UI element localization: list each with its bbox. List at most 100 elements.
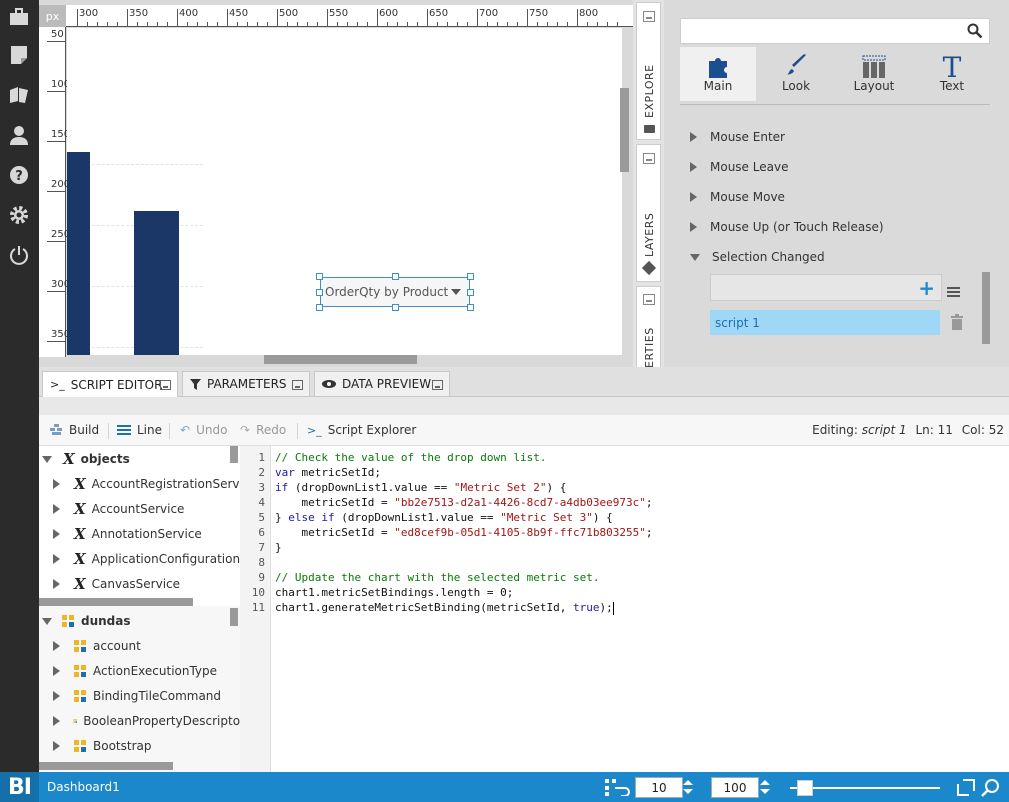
admin-gear-icon[interactable]: [6, 202, 32, 228]
script-explorer-button[interactable]: >_ Script Explorer: [307, 423, 416, 437]
explore-folder-icon[interactable]: [6, 82, 32, 108]
zoom-input[interactable]: 100: [711, 777, 759, 798]
fullscreen-icon[interactable]: [957, 779, 975, 796]
tree-item[interactable]: X AccountService: [53, 498, 240, 520]
menu-icon[interactable]: [947, 287, 961, 297]
tree-scrollbar[interactable]: [230, 608, 238, 626]
zoom-stepper-icon[interactable]: [760, 779, 770, 795]
dashboard-canvas[interactable]: OrderQty by Product: [67, 28, 622, 355]
tab-script-editor[interactable]: >_ SCRIPT EDITOR: [42, 371, 178, 397]
resize-handle[interactable]: [316, 289, 323, 296]
properties-scrollbar[interactable]: [982, 272, 990, 344]
tree-item[interactable]: BooleanPropertyDescriptor: [53, 710, 240, 732]
minimize-icon[interactable]: [643, 11, 655, 22]
object-x-icon: X: [74, 500, 86, 518]
minimize-icon[interactable]: [292, 380, 303, 390]
grid-size-stepper-icon[interactable]: [683, 779, 693, 795]
tab-text[interactable]: T Text: [914, 47, 990, 101]
event-mouse-enter[interactable]: Mouse Enter: [690, 126, 970, 148]
account-icon[interactable]: [6, 122, 32, 148]
code-line[interactable]: } else if (dropDownList1.value == "Metri…: [275, 510, 613, 525]
script-selector[interactable]: +: [710, 274, 942, 301]
tab-main[interactable]: Main: [680, 47, 756, 101]
grid-snap-icon[interactable]: [605, 779, 631, 796]
tab-parameters[interactable]: PARAMETERS: [182, 371, 310, 396]
event-mouse-leave[interactable]: Mouse Leave: [690, 156, 970, 178]
trash-icon[interactable]: [950, 314, 964, 330]
tree-item[interactable]: X AccountRegistrationService: [53, 473, 240, 495]
script-item[interactable]: script 1: [710, 310, 940, 335]
code-line[interactable]: }: [275, 540, 282, 555]
minimize-icon[interactable]: [643, 294, 655, 305]
status-ln-label: Ln:: [915, 423, 934, 437]
tree-node-dundas[interactable]: dundas: [42, 610, 234, 632]
event-mouse-move[interactable]: Mouse Move: [690, 186, 970, 208]
tree-node-objects[interactable]: X objects: [42, 448, 234, 470]
tab-data-preview[interactable]: DATA PREVIEW: [314, 371, 450, 396]
tree-item[interactable]: Bootstrap: [53, 735, 240, 757]
resize-handle[interactable]: [316, 304, 323, 311]
canvas-vertical-scrollbar[interactable]: [620, 88, 629, 172]
data-preview-icon: [322, 380, 336, 388]
minimize-icon[interactable]: [160, 380, 171, 390]
tree-item[interactable]: X ApplicationConfigurationService: [53, 548, 240, 570]
tab-explore[interactable]: EXPLORE: [636, 2, 661, 140]
tree-horizontal-scrollbar[interactable]: [39, 598, 193, 606]
tab-look[interactable]: Look: [758, 47, 834, 101]
code-line[interactable]: metricSetId = "bb2e7513-d2a1-4426-8cd7-a…: [275, 495, 652, 510]
resize-handle[interactable]: [467, 289, 474, 296]
code-line[interactable]: // Check the value of the drop down list…: [275, 450, 547, 465]
help-icon[interactable]: ?: [6, 162, 32, 188]
zoom-slider-handle[interactable]: [797, 780, 813, 796]
zoom-to-fit-icon[interactable]: [980, 778, 1000, 797]
open-file-icon[interactable]: [6, 42, 32, 68]
redo-button[interactable]: ↷ Redo: [240, 423, 286, 437]
grid-size-input[interactable]: 10: [635, 777, 683, 798]
resize-handle[interactable]: [392, 273, 399, 280]
tree-item[interactable]: ActionExecutionType: [53, 660, 240, 682]
resize-handle[interactable]: [467, 304, 474, 311]
ruler-minor-tick: [507, 22, 508, 27]
code-line[interactable]: if (dropDownList1.value == "Metric Set 2…: [275, 480, 566, 495]
metric-set-dropdown[interactable]: OrderQty by Product: [320, 277, 470, 307]
add-script-icon[interactable]: +: [918, 276, 935, 300]
code-line[interactable]: chart1.generateMetricSetBinding(metricSe…: [275, 600, 614, 615]
resize-handle[interactable]: [316, 273, 323, 280]
tree-horizontal-scrollbar[interactable]: [39, 762, 173, 770]
line-button[interactable]: Line: [117, 423, 162, 437]
code-line[interactable]: // Update the chart with the selected me…: [275, 570, 600, 585]
tab-layers[interactable]: LAYERS: [636, 144, 661, 282]
minimize-icon[interactable]: [432, 380, 443, 390]
chart-bar[interactable]: [134, 211, 179, 355]
resize-handle[interactable]: [392, 304, 399, 311]
logout-power-icon[interactable]: [6, 242, 32, 268]
ruler-minor-tick: [437, 22, 438, 27]
code-token: "bb2e7513-d2a1-4426-8cd7-a4db03ee973c": [394, 496, 646, 509]
tree-item[interactable]: X CanvasService: [53, 573, 240, 595]
properties-search-input[interactable]: [680, 18, 990, 44]
tree-item[interactable]: X AnnotationService: [53, 523, 240, 545]
bi-logo[interactable]: BI: [0, 772, 39, 802]
tab-properties[interactable]: ERTIES: [636, 286, 661, 368]
resize-handle[interactable]: [467, 273, 474, 280]
chart-bar[interactable]: [67, 152, 90, 355]
search-icon[interactable]: [967, 23, 983, 39]
code-line[interactable]: chart1.metricSetBindings.length = 0;: [275, 585, 513, 600]
code-line[interactable]: var metricSetId;: [275, 465, 381, 480]
undo-label: Undo: [196, 423, 228, 437]
tree-scrollbar[interactable]: [230, 446, 238, 463]
new-briefcase-icon[interactable]: [6, 4, 32, 30]
event-mouse-up[interactable]: Mouse Up (or Touch Release): [690, 216, 970, 238]
tab-layout[interactable]: Layout: [836, 47, 912, 101]
tree-node-label: objects: [80, 452, 130, 466]
code-line[interactable]: metricSetId = "ed8cef9b-05d1-4105-8b9f-f…: [275, 525, 652, 540]
canvas-horizontal-scrollbar[interactable]: [264, 355, 417, 364]
tree-item[interactable]: BindingTileCommand: [53, 685, 240, 707]
event-selection-changed[interactable]: Selection Changed: [690, 246, 970, 268]
code-editor[interactable]: // Check the value of the drop down list…: [275, 449, 1005, 769]
tree-item[interactable]: account: [53, 635, 240, 657]
minimize-icon[interactable]: [643, 153, 655, 164]
ruler-minor-tick: [257, 22, 258, 27]
build-button[interactable]: Build: [50, 423, 99, 437]
undo-button[interactable]: ↶ Undo: [180, 423, 227, 437]
